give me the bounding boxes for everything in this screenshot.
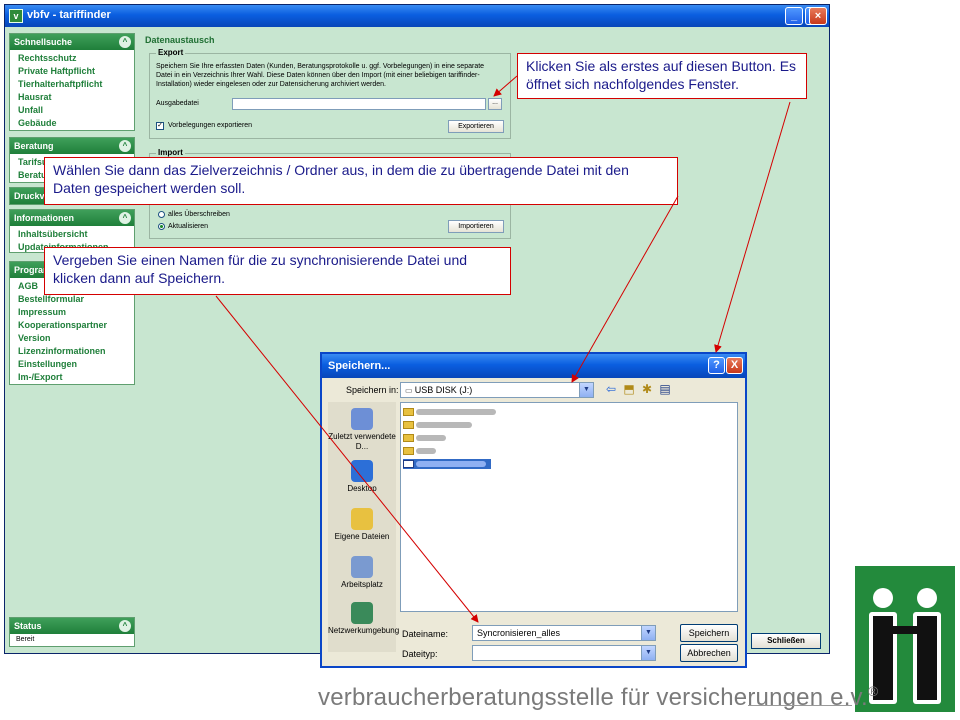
arrow-to-browse [493,75,518,97]
annotation-arrows [215,75,791,623]
arrow-to-save-in [571,195,679,383]
registered-mark: ® [867,683,879,699]
arrow-to-dialog [714,101,791,353]
footer-text: verbraucherberatungsstelle für versicher… [318,683,879,711]
footer-line [748,705,852,706]
arrow-to-filename [215,295,479,623]
